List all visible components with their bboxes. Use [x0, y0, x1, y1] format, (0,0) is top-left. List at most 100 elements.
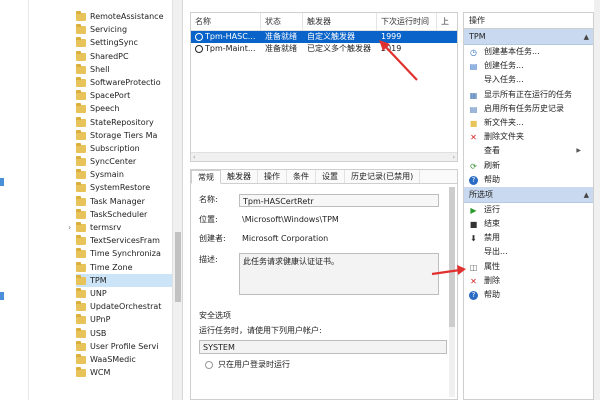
action-item[interactable]: ▤ 创建任务...	[464, 59, 593, 73]
action-label: 查看	[484, 146, 500, 156]
tab-conditions[interactable]: 条件	[287, 170, 316, 183]
tab-settings[interactable]: 设置	[316, 170, 345, 183]
action-item[interactable]: ▤ 启用所有任务历史记录	[464, 102, 593, 116]
tree-item[interactable]: SoftwareProtectio	[76, 76, 172, 89]
tree-item[interactable]: USB	[76, 327, 172, 340]
description-field[interactable]: 此任务请求健康认证证书。	[239, 253, 439, 295]
tree-item[interactable]: RemoteAssistance	[76, 10, 172, 23]
section-selected-item[interactable]: 所选项 ▲	[464, 186, 593, 203]
tree-item[interactable]: TaskScheduler	[76, 208, 172, 221]
tree-item[interactable]: UpdateOrchestrat	[76, 300, 172, 313]
security-account-field[interactable]: SYSTEM	[199, 340, 447, 354]
tree-item[interactable]: Speech	[76, 102, 172, 115]
tree-item[interactable]: Time Zone	[76, 261, 172, 274]
action-label: 禁用	[484, 233, 500, 243]
tree-item[interactable]: StateRepository	[76, 116, 172, 129]
task-name-field[interactable]: Tpm-HASCertRetr	[239, 194, 439, 207]
tree-item[interactable]: SettingSync	[76, 36, 172, 49]
tree-item[interactable]: UPnP	[76, 313, 172, 326]
detail-vertical-scrollbar[interactable]	[449, 187, 455, 397]
tree-item[interactable]: SharedPC	[76, 50, 172, 63]
column-header-name[interactable]: 名称	[191, 13, 261, 30]
tree-item[interactable]: WaaSMedic	[76, 353, 172, 366]
cell-name: Tpm-HASC...	[205, 32, 256, 41]
tree-scrollbar-thumb[interactable]	[175, 232, 181, 302]
action-item[interactable]: ▶ 运行	[464, 203, 593, 217]
tree-item[interactable]: WCM	[76, 366, 172, 379]
create-basic-task-icon: ◷	[470, 48, 477, 57]
action-label: 结束	[484, 219, 500, 229]
description-text: 此任务请求健康认证证书。	[243, 257, 339, 266]
tree-item[interactable]: Subscription	[76, 142, 172, 155]
column-header-last-run[interactable]: 上	[437, 13, 457, 30]
action-item[interactable]: ✕ 删除	[464, 274, 593, 288]
tree-item-label: Task Manager	[90, 196, 145, 206]
expand-chevron-icon[interactable]: ›	[68, 221, 71, 234]
action-item[interactable]: ▦ 显示所有正在运行的任务	[464, 88, 593, 102]
action-label: 帮助	[484, 290, 500, 299]
tree-item[interactable]: User Profile Servi	[76, 340, 172, 353]
detail-scrollbar-thumb[interactable]	[449, 187, 455, 327]
collapse-caret-icon[interactable]: ▲	[584, 187, 589, 203]
end-icon: ■	[469, 220, 478, 230]
history-icon: ▤	[469, 104, 478, 114]
action-item[interactable]: ? 帮助	[464, 288, 593, 302]
action-item[interactable]: 导出...	[464, 245, 593, 259]
tree-item-label: SyncCenter	[90, 157, 137, 167]
tab-history[interactable]: 历史记录(已禁用)	[345, 170, 421, 183]
action-item[interactable]: 导入任务...	[464, 73, 593, 87]
action-item[interactable]: ◷ 创建基本任务...	[464, 45, 593, 59]
tree-item[interactable]: SpacePort	[76, 89, 172, 102]
section-tpm[interactable]: TPM ▲	[464, 29, 593, 45]
task-list-table: 名称 状态 触发器 下次运行时间 上 Tpm-HASC... 准备就绪 自定义触发器…	[190, 12, 458, 162]
tree-item[interactable]: Task Manager	[76, 195, 172, 208]
tree-item-label: TextServicesFram	[90, 236, 160, 246]
folder-icon	[76, 11, 86, 21]
folder-icon	[76, 327, 86, 338]
column-header-next-run[interactable]: 下次运行时间	[377, 13, 437, 30]
column-header-status[interactable]: 状态	[261, 13, 303, 30]
column-header-trigger[interactable]: 触发器	[303, 13, 377, 30]
collapse-caret-icon[interactable]: ▲	[584, 29, 589, 45]
tree-item[interactable]: SyncCenter	[76, 155, 172, 168]
tree-item[interactable]: Sysmain	[76, 168, 172, 181]
action-item[interactable]: ■ 结束	[464, 217, 593, 231]
tree-item[interactable]: Servicing	[76, 23, 172, 36]
action-item[interactable]: ■ 新文件夹...	[464, 116, 593, 130]
tree-edge-marker	[0, 178, 4, 186]
folder-icon	[76, 90, 86, 101]
scroll-right-icon[interactable]: ›	[453, 154, 455, 161]
tree-item[interactable]: Shell	[76, 63, 172, 76]
tree-scrollbar[interactable]	[172, 0, 182, 400]
security-account-prompt: 运行任务时，请使用下列用户帐户:	[199, 326, 322, 335]
action-item[interactable]: ⟳ 刷新	[464, 159, 593, 173]
folder-icon	[76, 156, 86, 167]
actions-header: 操作	[464, 13, 593, 29]
tab-actions[interactable]: 操作	[258, 170, 287, 183]
folder-icon	[76, 340, 86, 351]
tab-triggers[interactable]: 触发器	[221, 170, 258, 183]
folder-icon	[76, 287, 86, 298]
scroll-left-icon[interactable]: ‹	[193, 154, 195, 161]
tree-item[interactable]: TPM	[76, 273, 172, 287]
action-item[interactable]: 查看 ▶	[464, 144, 593, 158]
tree-item-label: SharedPC	[90, 51, 129, 61]
action-item[interactable]: ? 帮助	[464, 173, 593, 187]
action-item[interactable]: ⬇ 禁用	[464, 231, 593, 245]
tree-item[interactable]: Storage Tiers Ma	[76, 129, 172, 142]
action-label: 创建基本任务...	[484, 47, 540, 56]
tree-item[interactable]: UNP	[76, 287, 172, 300]
table-horizontal-scrollbar[interactable]: ‹ ›	[191, 152, 457, 161]
tree-item[interactable]: TextServicesFram	[76, 234, 172, 247]
action-item[interactable]: ◫ 属性	[464, 260, 593, 274]
tree-item[interactable]: SystemRestore	[76, 181, 172, 194]
radio-button[interactable]	[205, 360, 213, 369]
run-only-logged-on-option[interactable]: 只在用户登录时运行	[199, 358, 447, 372]
cell-status: 准备就绪	[265, 44, 297, 53]
import-task-icon	[469, 76, 478, 85]
action-item[interactable]: ✕ 删除文件夹	[464, 130, 593, 144]
tree-item[interactable]: Time Synchroniza	[76, 247, 172, 260]
tree-item[interactable]: › termsrv	[68, 221, 172, 234]
tab-general[interactable]: 常规	[191, 170, 221, 184]
cell-status: 准备就绪	[265, 32, 297, 41]
